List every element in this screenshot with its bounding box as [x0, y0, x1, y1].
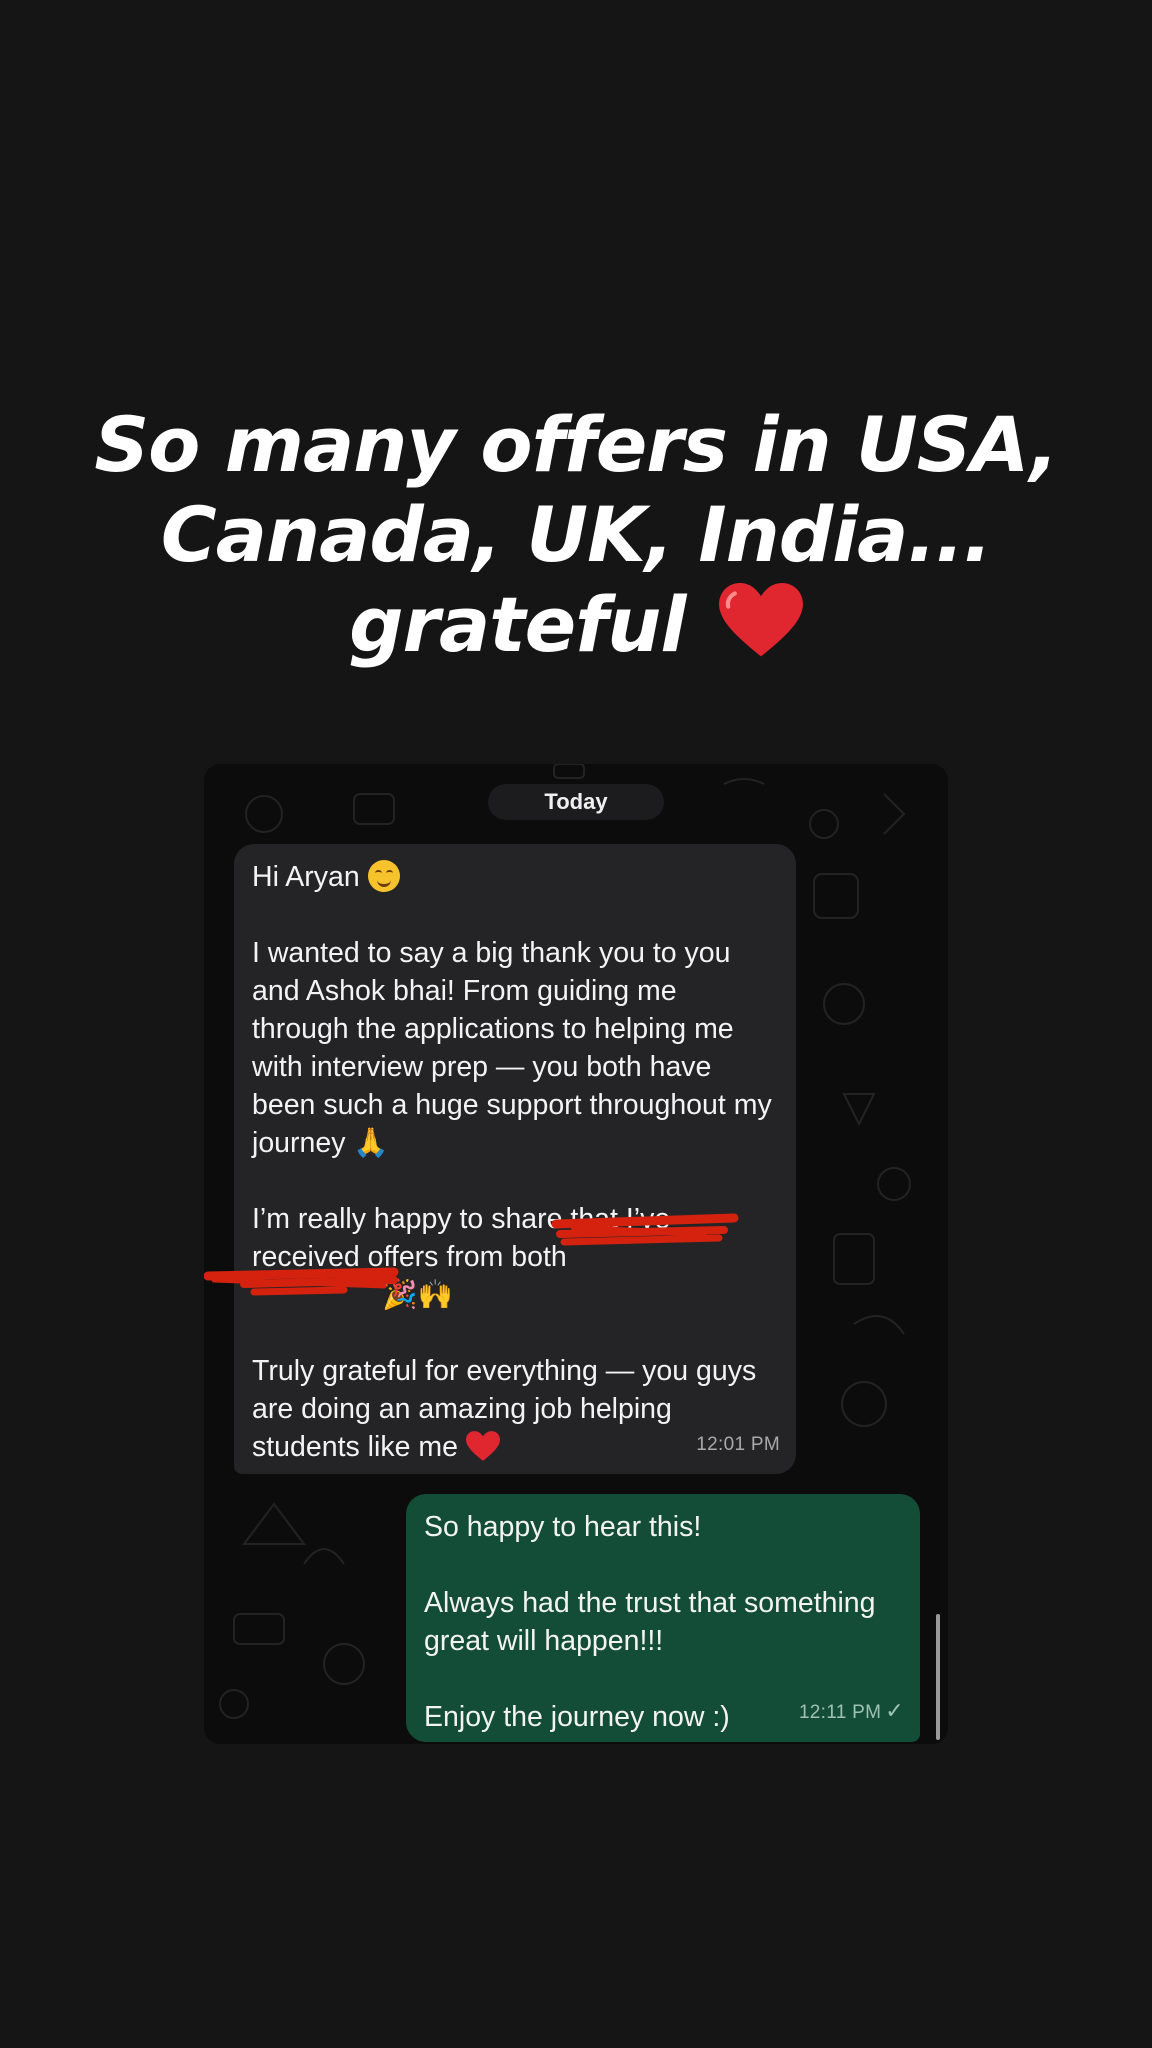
incoming-message-bubble[interactable]: Hi Aryan I wanted to say a big thank you… [234, 844, 796, 1474]
date-chip: Today [488, 784, 664, 820]
scrollbar[interactable] [936, 1614, 940, 1740]
headline-line-3: grateful [0, 580, 1152, 670]
message-paragraph-1: I wanted to say a big thank you to you a… [252, 934, 778, 1162]
outgoing-message-bubble[interactable]: So happy to hear this! Always had the tr… [406, 1494, 920, 1742]
outgoing-time-text: 12:11 PM [798, 1702, 882, 1723]
headline-line-3-text: grateful [349, 580, 686, 669]
folded-hands-icon: 🙏 [353, 1127, 389, 1159]
incoming-timestamp: 12:01 PM [696, 1434, 780, 1455]
reply-line-1: So happy to hear this! [424, 1511, 702, 1543]
greeting-text: Hi Aryan [252, 861, 360, 893]
message-greeting: Hi Aryan [252, 858, 778, 896]
red-heart-icon [718, 583, 803, 657]
smiling-face-icon [367, 860, 400, 892]
sent-check-icon: ✓ [885, 1698, 904, 1723]
headline: So many offers in USA, Canada, UK, India… [0, 400, 1152, 670]
paragraph-3-text: Truly grateful for everything — you guys… [252, 1355, 757, 1463]
message-paragraph-2: I’m really happy to share that I’ve rece… [252, 1200, 778, 1314]
headline-line-2: Canada, UK, India... [160, 490, 992, 579]
celebration-icons: 🎉🙌 [382, 1279, 453, 1311]
paragraph-2-text: I’m really happy to share that I’ve rece… [252, 1203, 671, 1273]
reply-line-2: Always had the trust that something grea… [424, 1587, 876, 1657]
headline-line-1: So many offers in USA, [94, 400, 1058, 489]
red-heart-icon [465, 1431, 500, 1461]
chat-screenshot: Today Hi Aryan I wanted to say a big tha… [204, 764, 948, 1744]
paragraph-1-text: I wanted to say a big thank you to you a… [252, 937, 772, 1159]
outgoing-timestamp: 12:11 PM ✓ [799, 1692, 904, 1732]
